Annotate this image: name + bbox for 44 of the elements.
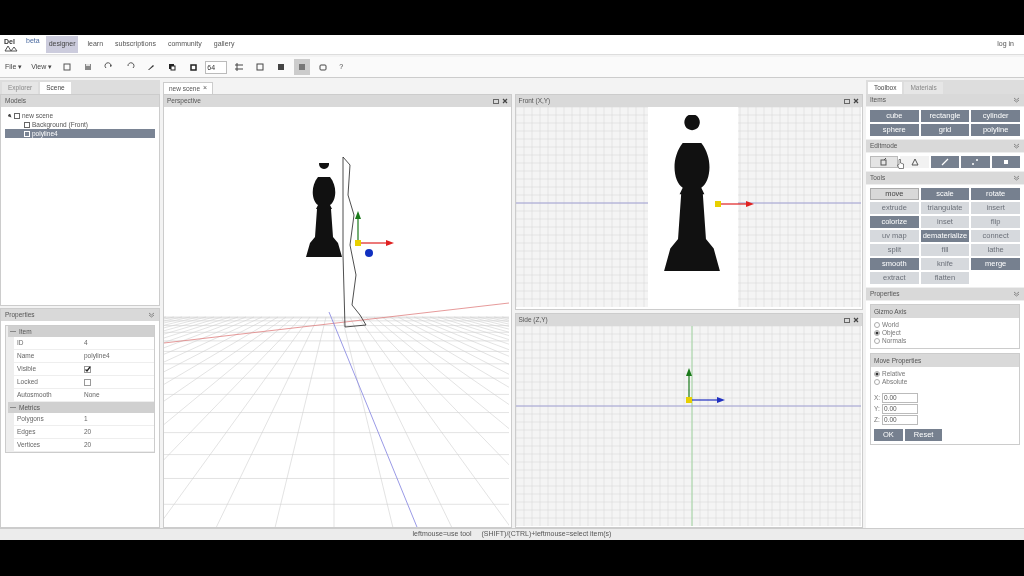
collapse-icon[interactable] (1013, 143, 1020, 149)
edit-mode-button[interactable] (900, 156, 929, 168)
copy-icon[interactable] (167, 62, 178, 72)
vertex-mode-icon (971, 158, 980, 166)
solid-box-icon[interactable] (276, 62, 287, 72)
pen-icon[interactable] (146, 62, 157, 72)
new-icon[interactable] (62, 62, 73, 72)
radio-button[interactable] (874, 322, 880, 328)
edit-mode-button[interactable] (870, 156, 899, 168)
radio-button[interactable] (874, 330, 880, 336)
collapse-icon[interactable] (148, 312, 155, 318)
edit-mode-button[interactable] (961, 156, 990, 168)
maximize-icon[interactable] (844, 316, 850, 323)
save-icon[interactable] (83, 62, 94, 72)
face-mode-icon (910, 158, 919, 166)
close-icon[interactable] (501, 98, 508, 104)
paste-icon[interactable] (188, 62, 199, 72)
edge-mode-icon (941, 158, 949, 166)
maximize-icon[interactable] (844, 98, 850, 104)
checkbox[interactable] (84, 365, 91, 373)
collapse-minus-icon (10, 406, 16, 409)
collapse-minus-icon (10, 330, 16, 333)
logo-icon (4, 44, 18, 52)
close-icon[interactable] (853, 98, 859, 104)
collapse-icon[interactable] (1013, 291, 1020, 297)
snap-icon[interactable] (234, 62, 245, 72)
radio-button[interactable] (874, 371, 880, 377)
radio-button[interactable] (874, 379, 880, 385)
close-icon[interactable] (853, 316, 859, 323)
edit-mode-button[interactable] (991, 156, 1020, 168)
collapse-icon[interactable] (1013, 175, 1020, 181)
grid-icon[interactable] (297, 62, 308, 72)
viewport-canvas[interactable] (515, 107, 862, 309)
object-mode-icon (880, 158, 889, 166)
solid-mode-icon (1001, 158, 1010, 166)
expand-triangle-icon (8, 113, 12, 118)
camera-icon[interactable] (318, 62, 329, 72)
radio-button[interactable] (874, 338, 880, 344)
collapse-icon[interactable] (1013, 97, 1020, 103)
box-icon[interactable] (255, 62, 266, 72)
scene-icon (14, 112, 20, 119)
checkbox[interactable] (84, 378, 91, 386)
maximize-icon[interactable] (492, 98, 499, 104)
edit-mode-button[interactable] (930, 156, 960, 168)
